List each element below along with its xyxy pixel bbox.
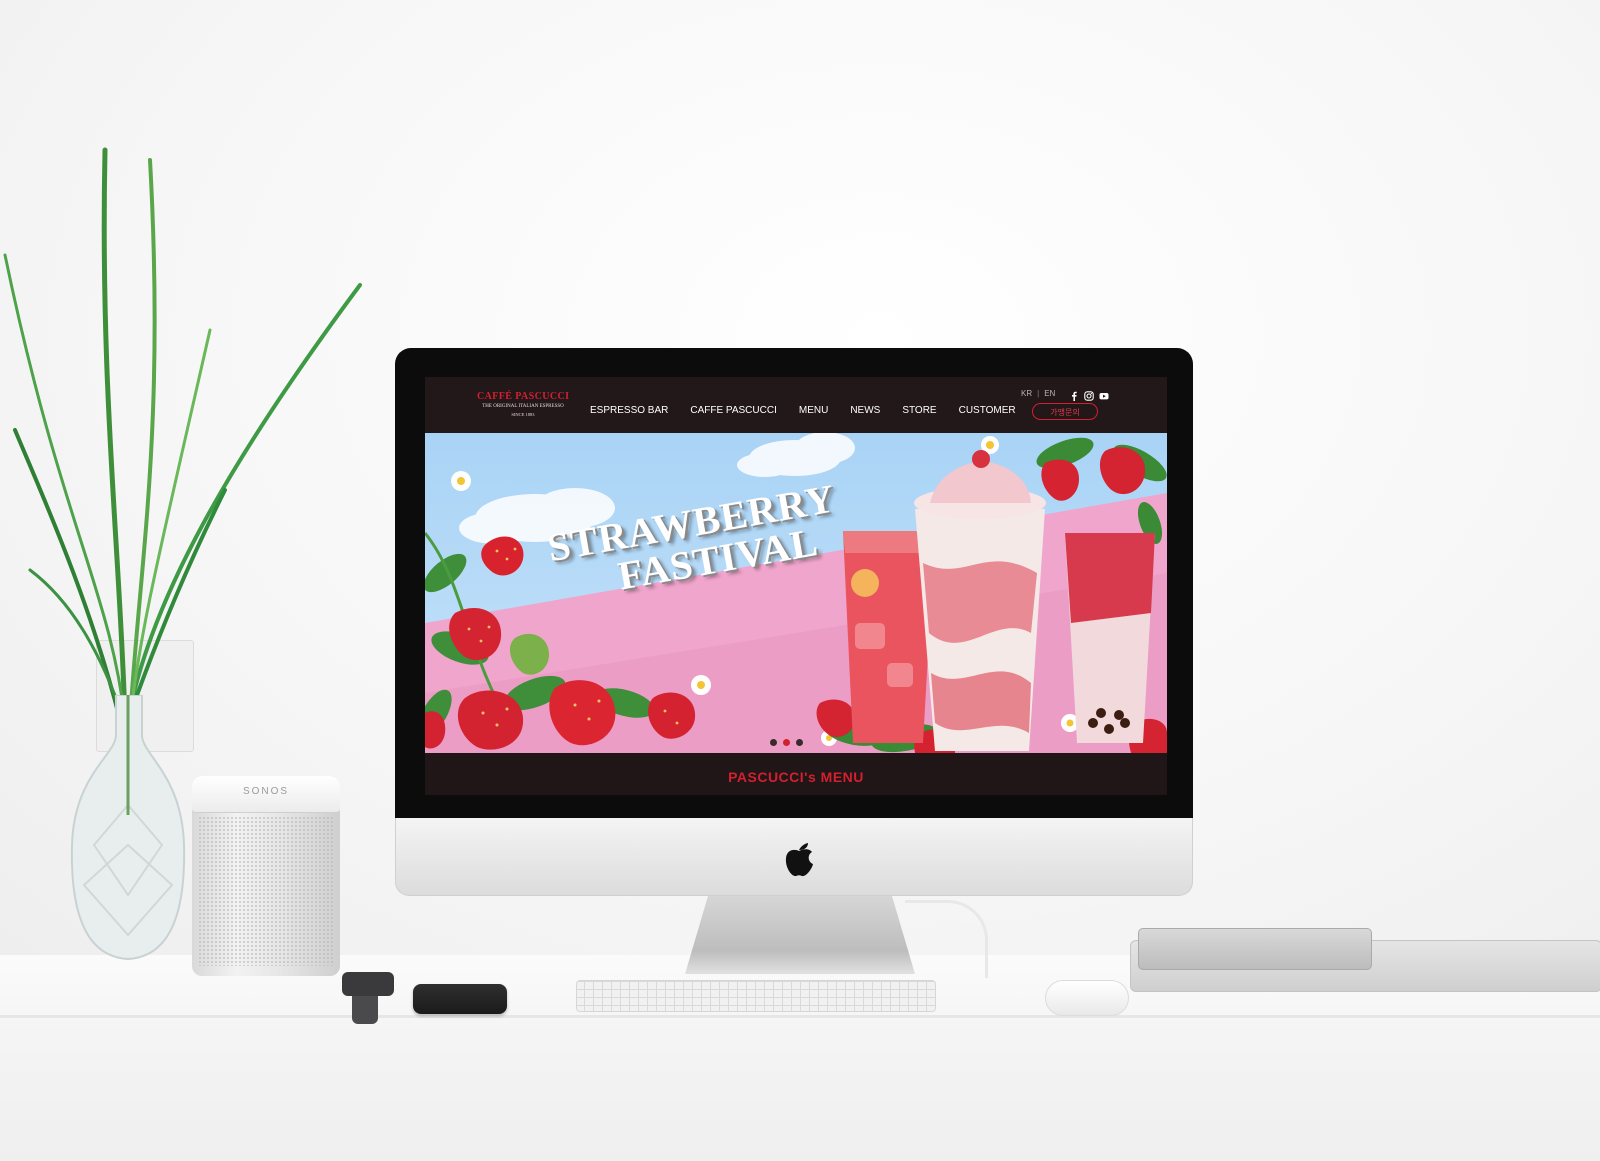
slide-dot-1[interactable] xyxy=(770,739,777,746)
brand-logo[interactable]: CAFFÉ PASCUCCI THE ORIGINAL ITALIAN ESPR… xyxy=(477,391,569,417)
website-screen: CAFFÉ PASCUCCI THE ORIGINAL ITALIAN ESPR… xyxy=(425,377,1167,795)
mouse xyxy=(1045,980,1129,1016)
monitor-stand xyxy=(685,896,915,974)
nav-news[interactable]: NEWS xyxy=(850,405,880,417)
nav-store[interactable]: STORE xyxy=(902,405,936,417)
desk-edge xyxy=(0,1015,1600,1018)
speaker-top: SONOS xyxy=(192,776,340,813)
smartphone xyxy=(413,984,507,1014)
lang-kr[interactable]: KR xyxy=(1021,389,1032,398)
facebook-icon[interactable] xyxy=(1069,388,1079,401)
tablet xyxy=(1138,928,1372,970)
speaker-grill xyxy=(198,816,334,966)
apple-logo-icon xyxy=(785,843,813,877)
logo-tagline: THE ORIGINAL ITALIAN ESPRESSO xyxy=(482,404,564,409)
logo-name: CAFFÉ PASCUCCI xyxy=(477,391,570,402)
nav-espresso-bar[interactable]: ESPRESSO BAR xyxy=(590,405,668,417)
lang-separator: | xyxy=(1037,389,1040,398)
nav-customer[interactable]: CUSTOMER xyxy=(959,405,1016,417)
glass-vase-icon xyxy=(70,695,186,961)
plant-leaves-icon xyxy=(3,147,362,723)
speaker: SONOS xyxy=(192,776,340,976)
social-links xyxy=(1069,388,1109,401)
franchise-inquiry-button[interactable]: 가맹문의 xyxy=(1032,403,1098,420)
menu-section: PASCUCCI's MENU xyxy=(425,753,1167,795)
instagram-icon[interactable] xyxy=(1084,388,1094,401)
slide-dot-2[interactable] xyxy=(783,739,790,746)
nav-caffe-pascucci[interactable]: CAFFE PASCUCCI xyxy=(690,405,777,417)
menu-section-heading: PASCUCCI's MENU xyxy=(728,769,864,785)
speaker-brand: SONOS xyxy=(242,786,290,797)
power-cable xyxy=(905,900,988,978)
keyboard xyxy=(576,980,936,1012)
logo-since: SINCE 1883 xyxy=(511,412,535,417)
language-switcher: KR | EN xyxy=(1021,389,1055,398)
slide-dot-3[interactable] xyxy=(796,739,803,746)
site-header: CAFFÉ PASCUCCI THE ORIGINAL ITALIAN ESPR… xyxy=(425,377,1167,433)
hero-banner: STRAWBERRY FASTIVAL xyxy=(425,433,1167,753)
main-nav: ESPRESSO BAR CAFFE PASCUCCI MENU NEWS ST… xyxy=(590,405,1016,417)
nav-menu[interactable]: MENU xyxy=(799,405,828,417)
slider-pagination xyxy=(770,739,803,746)
lang-en[interactable]: EN xyxy=(1044,389,1055,398)
smartwatch xyxy=(342,972,394,996)
youtube-icon[interactable] xyxy=(1099,388,1109,400)
